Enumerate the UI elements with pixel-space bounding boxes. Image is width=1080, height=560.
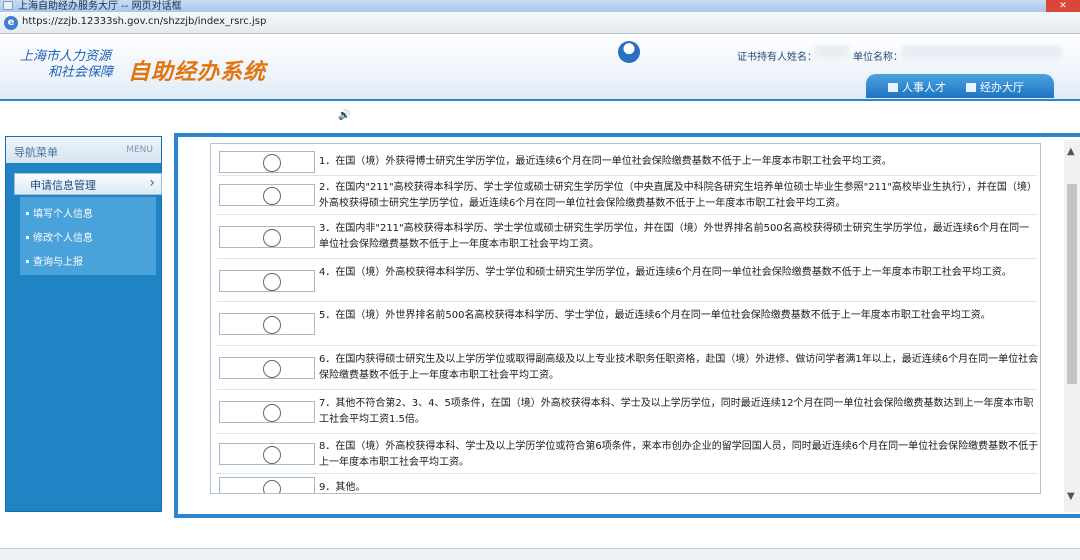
option-text: 5．在国（境）外世界排名前500名高校获得本科学历、学士学位，最近连续6个月在同… bbox=[319, 310, 991, 321]
scroll-thumb[interactable] bbox=[1067, 184, 1077, 384]
option-text: 7．其他不符合第2、3、4、5项条件，在国（境）外高校获得本科、学士及以上学历学… bbox=[319, 398, 1034, 425]
browser-icon: e bbox=[4, 16, 18, 30]
system-name: 自助经办系统 bbox=[128, 60, 267, 85]
sidebar-item-edit-info[interactable]: 修改个人信息 bbox=[26, 229, 93, 244]
option-radio-cell bbox=[219, 313, 315, 335]
close-window-button[interactable]: ✕ bbox=[1046, 0, 1080, 12]
option-text: 2．在国内"211"高校获得本科学历、学士学位或硕士研究生学历学位（中央直属及中… bbox=[319, 182, 1037, 209]
option-row: 1．在国（境）外获得博士研究生学历学位，最近连续6个月在同一单位社会保险缴费基数… bbox=[217, 148, 1037, 176]
vertical-scrollbar[interactable]: ▲ ▼ bbox=[1064, 140, 1080, 512]
nav-hall-button[interactable]: 经办大厅 bbox=[966, 79, 1024, 95]
option-row: 9．其他。 bbox=[217, 475, 1037, 493]
top-nav: 人事人才 经办大厅 bbox=[866, 74, 1054, 98]
sidebar-submenu: 填写个人信息 修改个人信息 查询与上报 bbox=[20, 197, 156, 275]
sidebar-section-application[interactable]: 申请信息管理 › bbox=[14, 173, 162, 195]
option-row: 2．在国内"211"高校获得本科学历、学士学位或硕士研究生学历学位（中央直属及中… bbox=[217, 177, 1037, 215]
nav-talent-button[interactable]: 人事人才 bbox=[888, 79, 946, 95]
option-row: 5．在国（境）外世界排名前500名高校获得本科学历、学士学位，最近连续6个月在同… bbox=[217, 304, 1037, 346]
main-panel: 1．在国（境）外获得博士研究生学历学位，最近连续6个月在同一单位社会保险缴费基数… bbox=[174, 133, 1080, 518]
option-row: 7．其他不符合第2、3、4、5项条件，在国（境）外高校获得本科、学士及以上学历学… bbox=[217, 392, 1037, 434]
monitor-icon bbox=[888, 83, 898, 92]
option-radio-cell bbox=[219, 270, 315, 292]
scroll-up-icon[interactable]: ▲ bbox=[1067, 146, 1075, 157]
building-icon bbox=[966, 83, 976, 92]
option-text: 8．在国（境）外高校获得本科、学士及以上学历学位或符合第6项条件，来本市创办企业… bbox=[319, 441, 1039, 468]
option-text: 9．其他。 bbox=[319, 482, 366, 493]
option-row: 3．在国内非"211"高校获得本科学历、学士学位或硕士研究生学历学位，并在国（境… bbox=[217, 217, 1037, 259]
org-name-line1: 上海市人力资源 bbox=[20, 49, 112, 64]
option-radio-6[interactable] bbox=[263, 360, 281, 378]
address-bar[interactable]: e https://zzjb.12333sh.gov.cn/shzzjb/ind… bbox=[0, 12, 1080, 34]
sidebar-section-label: 申请信息管理 bbox=[30, 179, 96, 192]
unit-name-label: 单位名称： bbox=[853, 52, 903, 63]
option-radio-2[interactable] bbox=[263, 187, 281, 205]
user-avatar-icon bbox=[618, 41, 640, 63]
option-row: 8．在国（境）外高校获得本科、学士及以上学历学位或符合第6项条件，来本市创办企业… bbox=[217, 436, 1039, 474]
option-radio-cell bbox=[219, 226, 315, 248]
option-text: 6．在国内获得硕士研究生及以上学历学位或取得副高级及以上专业技术职务任职资格，赴… bbox=[319, 354, 1039, 381]
option-radio-7[interactable] bbox=[263, 404, 281, 422]
speaker-icon[interactable]: 🔊 bbox=[338, 110, 350, 121]
option-radio-cell bbox=[219, 151, 315, 173]
option-radio-4[interactable] bbox=[263, 273, 281, 291]
scroll-down-icon[interactable]: ▼ bbox=[1067, 491, 1075, 502]
option-row: 4．在国（境）外高校获得本科学历、学士学位和硕士研究生学历学位，最近连续6个月在… bbox=[217, 261, 1037, 302]
holder-name-label: 证书持有人姓名： bbox=[737, 52, 817, 63]
header-divider bbox=[0, 99, 1080, 101]
url-text[interactable]: https://zzjb.12333sh.gov.cn/shzzjb/index… bbox=[22, 16, 266, 27]
option-row: 6．在国内获得硕士研究生及以上学历学位或取得副高级及以上专业技术职务任职资格，赴… bbox=[217, 348, 1039, 390]
options-list: 1．在国（境）外获得博士研究生学历学位，最近连续6个月在同一单位社会保险缴费基数… bbox=[210, 143, 1041, 494]
sidebar-title: 导航菜单 bbox=[14, 146, 58, 159]
holder-name-value bbox=[815, 46, 849, 58]
option-radio-5[interactable] bbox=[263, 316, 281, 334]
option-radio-1[interactable] bbox=[263, 154, 281, 172]
unit-name-value bbox=[902, 46, 1062, 58]
sidebar-header: 导航菜单 MENU bbox=[6, 137, 161, 163]
sidebar-item-query-report[interactable]: 查询与上报 bbox=[26, 253, 83, 268]
option-text: 4．在国（境）外高校获得本科学历、学士学位和硕士研究生学历学位，最近连续6个月在… bbox=[319, 267, 1012, 278]
option-radio-9[interactable] bbox=[263, 480, 281, 493]
browser-title-bar: 上海自助经办服务大厅 -- 网页对话框 ✕ bbox=[0, 0, 1080, 12]
org-name-line2: 和社会保障 bbox=[48, 65, 114, 80]
site-header: 上海市人力资源 和社会保障 自助经办系统 证书持有人姓名： 单位名称： 人事人才… bbox=[0, 34, 1080, 100]
sidebar-title-en: MENU bbox=[126, 145, 153, 155]
sidebar: 导航菜单 MENU 申请信息管理 › 填写个人信息 修改个人信息 查询与上报 bbox=[5, 136, 162, 512]
chevron-right-icon: › bbox=[149, 175, 155, 191]
option-text: 1．在国（境）外获得博士研究生学历学位，最近连续6个月在同一单位社会保险缴费基数… bbox=[319, 156, 892, 167]
option-radio-8[interactable] bbox=[263, 446, 281, 464]
option-radio-cell bbox=[219, 401, 315, 423]
option-radio-cell bbox=[219, 477, 315, 493]
option-radio-cell bbox=[219, 184, 315, 206]
sidebar-item-fill-info[interactable]: 填写个人信息 bbox=[26, 205, 93, 220]
option-radio-cell bbox=[219, 357, 315, 379]
status-bar bbox=[0, 548, 1080, 560]
window-icon bbox=[3, 1, 13, 10]
option-text: 3．在国内非"211"高校获得本科学历、学士学位或硕士研究生学历学位，并在国（境… bbox=[319, 223, 1030, 250]
option-radio-3[interactable] bbox=[263, 229, 281, 247]
window-title: 上海自助经办服务大厅 -- 网页对话框 bbox=[18, 1, 182, 12]
option-radio-cell bbox=[219, 443, 315, 465]
